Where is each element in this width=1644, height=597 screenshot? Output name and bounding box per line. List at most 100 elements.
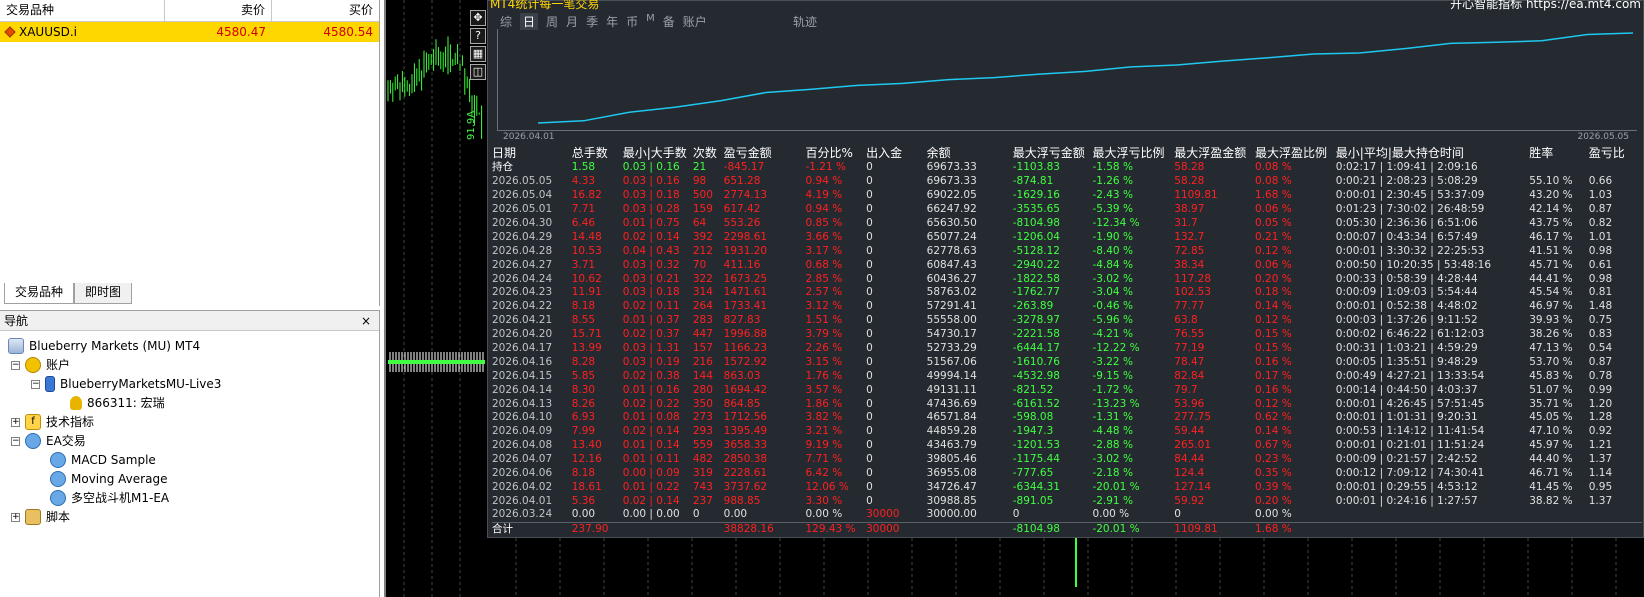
column-header[interactable]: 最小|大手数 <box>623 146 693 161</box>
table-row[interactable]: 2026.04.21 8.55 0.01 | 0.37 283 827.83 1.51 %… <box>492 314 1642 328</box>
column-header[interactable]: 余额 <box>927 146 1013 161</box>
column-header[interactable]: 次数 <box>693 146 724 161</box>
tree-item-macd-sample[interactable]: MACD Sample <box>50 450 156 470</box>
table-row[interactable]: 2026.04.13 8.26 0.02 | 0.22 350 864.85 1.86 %… <box>492 397 1642 411</box>
column-header[interactable]: 百分比% <box>806 146 867 161</box>
close-icon[interactable]: × <box>361 311 371 331</box>
ask-column-header[interactable]: 买价 <box>272 0 379 21</box>
tab-week[interactable]: 周 <box>546 13 558 30</box>
tab-note[interactable]: 备 <box>663 13 675 30</box>
table-cell: 47.13 % <box>1529 342 1573 355</box>
table-row[interactable]: 2026.03.24 0.00 0.00 | 0.00 0 0.00 0.00 % 3000… <box>492 508 1642 522</box>
collapse-icon[interactable]: − <box>31 379 40 389</box>
table-cell: 3.71 <box>571 258 596 271</box>
table-row[interactable]: 2026.04.23 11.91 0.03 | 0.18 314 1471.61 2.57… <box>492 286 1642 300</box>
tab-day[interactable]: 日 <box>520 13 539 30</box>
table-cell: -1762.77 <box>1012 286 1060 299</box>
column-header[interactable]: 最小|平均|最大持仓时间 <box>1336 146 1529 161</box>
column-header[interactable]: 盈亏比 <box>1589 146 1642 161</box>
table-row[interactable]: 2026.04.15 5.85 0.02 | 0.38 144 863.03 1.76 %… <box>492 369 1642 383</box>
grid-icon[interactable]: ▦ <box>470 46 486 62</box>
tree-item-moving-average[interactable]: Moving Average <box>50 469 167 489</box>
column-header[interactable]: 最大浮盈比例 <box>1255 146 1336 161</box>
table-row[interactable]: 2026.04.28 10.53 0.04 | 0.43 212 1931.20 3.17… <box>492 244 1642 258</box>
tree-item-expert-advisors[interactable]: − EA交易 <box>11 431 86 451</box>
column-header[interactable]: 最大浮亏比例 <box>1092 146 1174 161</box>
table-row[interactable]: 2026.04.02 18.61 0.01 | 0.22 743 3737.62 12.0… <box>492 480 1642 494</box>
table-row[interactable]: 2026.04.22 8.18 0.02 | 0.11 264 1733.41 3.12 … <box>492 300 1642 314</box>
table-row[interactable]: 2026.04.10 6.93 0.01 | 0.08 273 1712.56 3.82 … <box>492 411 1642 425</box>
tab-year[interactable]: 年 <box>606 13 618 30</box>
tab-month[interactable]: 月 <box>566 13 578 30</box>
column-header[interactable]: 最大浮盈金额 <box>1174 146 1255 161</box>
tab-track[interactable]: 轨迹 <box>793 13 817 30</box>
expand-icon[interactable]: + <box>11 512 20 522</box>
column-header[interactable]: 出入金 <box>866 146 927 161</box>
tab-symbols[interactable]: 交易品种 <box>4 283 75 304</box>
bid-column-header[interactable]: 卖价 <box>165 0 272 21</box>
table-cell: 0 <box>866 425 873 438</box>
table-cell: 273 <box>692 411 713 424</box>
table-cell: 0 <box>866 342 873 355</box>
table-row[interactable]: 2026.04.30 6.46 0.01 | 0.75 64 553.26 0.85 % 0… <box>492 217 1642 231</box>
tree-item-broker[interactable]: Blueberry Markets (MU) MT4 <box>8 336 200 356</box>
table-cell: 51567.06 <box>926 355 977 368</box>
tab-tick-chart[interactable]: 即时图 <box>74 283 133 304</box>
table-cell: 0 <box>866 286 873 299</box>
column-header[interactable]: 最大浮亏金额 <box>1013 146 1093 161</box>
table-row[interactable]: 2026.04.09 7.99 0.02 | 0.14 293 1395.49 3.21 … <box>492 425 1642 439</box>
column-header[interactable]: 日期 <box>492 146 572 161</box>
table-cell: -1.72 % <box>1092 383 1133 396</box>
expert-advisor-icon <box>25 433 41 449</box>
tree-item-scripts[interactable]: + 脚本 <box>11 507 70 527</box>
table-cell: -1175.44 <box>1012 453 1060 466</box>
table-row[interactable]: 2026.04.29 14.48 0.02 | 0.14 392 2298.61 3.66… <box>492 230 1642 244</box>
table-row[interactable]: 2026.04.17 13.99 0.03 | 1.31 157 1166.23 2.26… <box>492 342 1642 356</box>
tab-quarter[interactable]: 季 <box>586 13 598 30</box>
panel-website[interactable]: 开心智能指标 https://ea.mt4.com <box>1450 0 1641 12</box>
tab-account[interactable]: 账户 <box>683 13 707 30</box>
table-row[interactable]: 2026.04.24 10.62 0.03 | 0.21 322 1673.25 2.85… <box>492 272 1642 286</box>
table-cell: 45.97 % <box>1529 439 1573 452</box>
column-header[interactable]: 胜率 <box>1529 146 1589 161</box>
table-row[interactable]: 2026.04.20 15.71 0.02 | 0.37 447 1996.88 3.79… <box>492 328 1642 342</box>
table-row[interactable]: 2026.04.08 13.40 0.01 | 0.14 559 3658.33 9.19… <box>492 439 1642 453</box>
table-cell: 38.26 % <box>1529 328 1573 341</box>
price-chart[interactable]: 91.9A ✥ ? ▦ ◫ MT4统计每一笔交易 开心智能指标 https://… <box>384 0 1644 597</box>
expand-icon[interactable]: + <box>11 417 20 427</box>
table-row[interactable]: 2026.04.06 8.18 0.00 | 0.09 319 2228.61 6.42 … <box>492 467 1642 481</box>
table-cell: 2026.04.01 <box>492 494 553 507</box>
table-row[interactable]: 2026.05.05 4.33 0.03 | 0.16 98 651.28 0.94 % 0… <box>492 175 1642 189</box>
table-cell: 0.01 | 0.37 <box>622 314 680 327</box>
table-cell: 0.06 % <box>1255 258 1292 271</box>
open-positions-row[interactable]: 持仓 1.58 0.03 | 0.16 21 -845.17 -1.21 % 0 69673.… <box>492 161 1642 175</box>
help-icon[interactable]: ? <box>470 28 486 44</box>
table-row[interactable]: 2026.04.14 8.30 0.01 | 0.16 280 1694.42 3.57 … <box>492 383 1642 397</box>
table-row[interactable]: 2026.05.04 16.82 0.03 | 0.18 500 2774.13 4.19… <box>492 189 1642 203</box>
table-row[interactable]: 2026.04.07 12.16 0.01 | 0.11 482 2850.38 7.71… <box>492 453 1642 467</box>
tab-currency[interactable]: 币 <box>626 13 638 30</box>
table-cell: 0:01:23 | 7:30:02 | 26:48:59 <box>1335 203 1485 216</box>
table-row[interactable]: 2026.05.01 7.71 0.03 | 0.28 159 617.42 0.94 %… <box>492 203 1642 217</box>
tree-item-indicators[interactable]: + f 技术指标 <box>11 412 94 432</box>
table-row[interactable]: 2026.04.16 8.28 0.03 | 0.19 216 1572.92 3.15 … <box>492 355 1642 369</box>
table-cell: 1712.56 <box>723 411 768 424</box>
tree-item-accounts[interactable]: − 账户 <box>11 355 70 375</box>
column-header[interactable]: 盈亏金额 <box>724 146 806 161</box>
column-header[interactable]: 总手数 <box>572 146 623 161</box>
table-row[interactable]: 2026.04.01 5.36 0.02 | 0.14 237 988.85 3.30 %… <box>492 494 1642 508</box>
tab-magic[interactable]: M <box>646 13 655 30</box>
collapse-icon[interactable]: − <box>11 360 20 370</box>
table-row[interactable]: 2026.04.27 3.71 0.03 | 0.32 70 411.16 0.68 % 0… <box>492 258 1642 272</box>
table-cell: 2026.04.27 <box>492 258 553 271</box>
collapse-icon[interactable]: − <box>11 436 20 446</box>
tab-summary[interactable]: 综 <box>500 13 512 30</box>
symbol-column-header[interactable]: 交易品种 <box>0 0 165 21</box>
table-cell: 0.01 | 0.14 <box>622 439 680 452</box>
tree-item-server[interactable]: − BlueberryMarketsMU-Live3 <box>31 374 221 394</box>
tree-item-duokong-ea[interactable]: 多空战斗机M1-EA <box>50 488 169 508</box>
window-icon[interactable]: ◫ <box>470 64 486 80</box>
move-icon[interactable]: ✥ <box>470 10 486 26</box>
tree-item-account-login[interactable]: 866311: 宏瑞 <box>70 393 165 413</box>
symbol-row-xauusd[interactable]: XAUUSD.i 4580.47 4580.54 <box>0 22 379 42</box>
